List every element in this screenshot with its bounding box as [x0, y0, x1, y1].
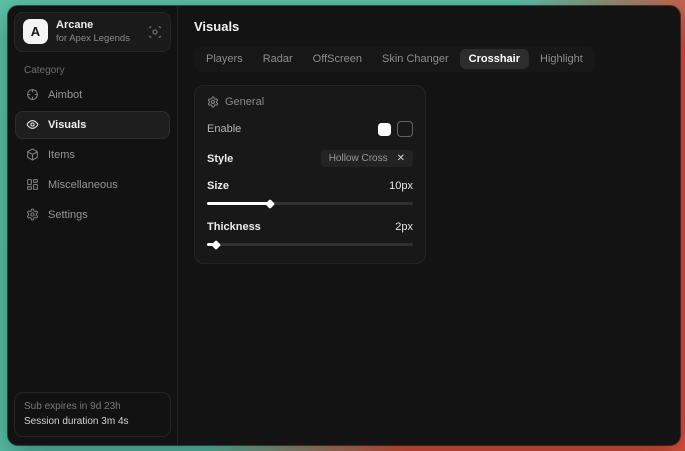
enable-row: Enable — [207, 121, 413, 137]
sidebar-item-label: Aimbot — [48, 89, 82, 101]
app-window: A Arcane for Apex Legends Category — [8, 6, 680, 445]
sidebar-item-aimbot[interactable]: Aimbot — [15, 81, 170, 109]
sidebar-item-settings[interactable]: Settings — [15, 201, 170, 229]
gear-icon — [26, 208, 39, 221]
gear-icon — [207, 96, 219, 108]
slider-thumb[interactable] — [211, 240, 221, 250]
sidebar-spacer — [14, 229, 171, 392]
thickness-label: Thickness — [207, 221, 261, 233]
page-title: Visuals — [194, 19, 664, 34]
size-row: Size 10px — [207, 180, 413, 192]
sub-expires-text: Sub expires in 9d 23h — [24, 400, 161, 415]
layout-grid-icon — [26, 178, 39, 191]
thickness-value: 2px — [395, 221, 413, 233]
sidebar-item-label: Miscellaneous — [48, 179, 118, 191]
tab-highlight[interactable]: Highlight — [531, 49, 592, 69]
style-row: Style Hollow Cross ✕ — [207, 150, 413, 167]
panel-title: General — [225, 96, 264, 108]
remove-icon[interactable]: ✕ — [397, 154, 405, 164]
enable-checkbox[interactable] — [397, 121, 413, 137]
main-content: Visuals Players Radar OffScreen Skin Cha… — [178, 6, 680, 445]
sidebar-item-label: Settings — [48, 209, 88, 221]
app-header-card: A Arcane for Apex Legends — [14, 12, 171, 52]
tab-players[interactable]: Players — [197, 49, 252, 69]
sidebar-nav: Aimbot Visuals — [14, 81, 171, 229]
slider-thumb[interactable] — [265, 199, 275, 209]
size-label: Size — [207, 180, 229, 192]
crosshair-icon — [26, 88, 39, 101]
size-value: 10px — [389, 180, 413, 192]
app-header-text: Arcane for Apex Legends — [56, 19, 140, 45]
size-slider[interactable] — [207, 199, 413, 208]
sidebar-item-label: Items — [48, 149, 75, 161]
category-label: Category — [24, 65, 161, 76]
general-panel: General Enable Style Hollow Cross ✕ Size… — [194, 85, 426, 264]
subscription-info-card: Sub expires in 9d 23h Session duration 3… — [14, 392, 171, 437]
style-value: Hollow Cross — [329, 153, 388, 164]
color-swatch[interactable] — [378, 123, 391, 136]
thickness-slider[interactable] — [207, 240, 413, 249]
enable-controls — [378, 121, 413, 137]
visuals-tabstrip: Players Radar OffScreen Skin Changer Cro… — [194, 46, 595, 72]
tab-offscreen[interactable]: OffScreen — [304, 49, 371, 69]
tab-radar[interactable]: Radar — [254, 49, 302, 69]
sidebar: A Arcane for Apex Legends Category — [8, 6, 178, 445]
sidebar-item-miscellaneous[interactable]: Miscellaneous — [15, 171, 170, 199]
sidebar-item-items[interactable]: Items — [15, 141, 170, 169]
focus-target-icon[interactable] — [148, 25, 162, 39]
style-value-tag[interactable]: Hollow Cross ✕ — [321, 150, 413, 167]
app-subtitle: for Apex Legends — [56, 33, 140, 45]
tab-skin-changer[interactable]: Skin Changer — [373, 49, 458, 69]
thickness-row: Thickness 2px — [207, 221, 413, 233]
enable-label: Enable — [207, 123, 241, 135]
app-name: Arcane — [56, 19, 140, 33]
style-label: Style — [207, 153, 233, 165]
app-logo: A — [23, 19, 48, 44]
slider-track[interactable] — [207, 243, 413, 246]
package-icon — [26, 148, 39, 161]
tab-crosshair[interactable]: Crosshair — [460, 49, 529, 69]
eye-icon — [26, 118, 39, 131]
general-panel-header: General — [207, 96, 413, 108]
sidebar-item-visuals[interactable]: Visuals — [15, 111, 170, 139]
session-duration-text: Session duration 3m 4s — [24, 415, 161, 430]
slider-fill — [207, 202, 269, 205]
sidebar-item-label: Visuals — [48, 119, 86, 131]
